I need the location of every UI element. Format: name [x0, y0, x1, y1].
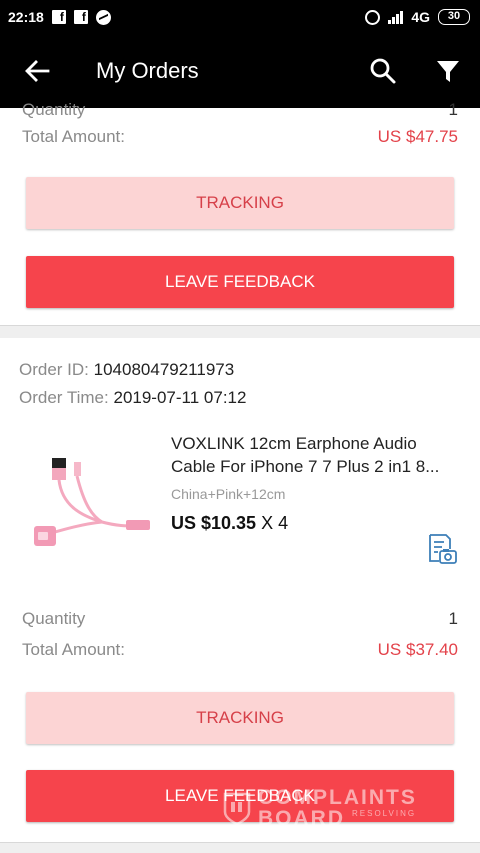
total-amount-row: Total Amount: US $47.75	[22, 127, 458, 147]
leave-feedback-button[interactable]: LEAVE FEEDBACK	[26, 256, 454, 308]
total-amount-value: US $37.40	[377, 640, 458, 659]
product-name[interactable]: VOXLINK 12cm Earphone Audio Cable For iP…	[171, 432, 461, 478]
order-id-label: Order ID:	[19, 360, 89, 379]
facebook-notification-icon: f	[73, 10, 88, 24]
total-amount-row: Total Amount: US $37.40	[22, 640, 458, 660]
signal-icon	[388, 10, 404, 24]
leave-feedback-button[interactable]: LEAVE FEEDBACK	[26, 770, 454, 822]
page-title: My Orders	[96, 58, 199, 83]
alarm-icon	[365, 9, 381, 25]
product-variant: China+Pink+12cm	[171, 486, 286, 502]
order-id-value: 104080479211973	[93, 360, 235, 379]
product-image[interactable]	[22, 426, 158, 562]
product-price: US $10.35	[171, 513, 257, 533]
quantity-row: Quantity 1	[22, 100, 458, 120]
status-left: 22:18 f f	[8, 9, 111, 25]
total-amount-label: Total Amount:	[22, 127, 126, 146]
quantity-row: Quantity 1	[22, 609, 458, 629]
facebook-notification-icon: f	[51, 10, 66, 24]
app-bar: My Orders	[0, 34, 480, 108]
total-amount-label: Total Amount:	[22, 640, 126, 659]
order-card: Quantity 1 Total Amount: US $47.75 TRACK…	[0, 100, 480, 326]
tracking-button[interactable]: TRACKING	[26, 177, 454, 229]
status-bar: 22:18 f f 4G 30	[0, 0, 480, 34]
back-button[interactable]	[22, 56, 52, 86]
network-type: 4G	[411, 9, 430, 25]
order-time-value: 2019-07-11 07:12	[113, 388, 247, 407]
quantity-label: Quantity	[22, 100, 86, 119]
filter-button[interactable]	[434, 56, 462, 86]
order-card: Order ID: 104080479211973 Order Time: 20…	[0, 338, 480, 843]
pink-cable-image	[34, 458, 150, 546]
total-amount-value: US $47.75	[377, 127, 458, 146]
filter-icon	[437, 61, 459, 82]
search-button[interactable]	[368, 56, 398, 86]
order-time-row: Order Time: 2019-07-11 07:12	[19, 388, 246, 408]
status-right: 4G 30	[365, 9, 470, 25]
quantity-value: 1	[448, 100, 458, 119]
messenger-notification-icon	[95, 9, 111, 25]
status-time: 22:18	[8, 9, 44, 25]
search-icon	[370, 58, 396, 84]
order-time-label: Order Time:	[19, 388, 109, 407]
back-arrow-icon	[25, 60, 50, 82]
battery-icon: 30	[438, 9, 470, 25]
tracking-button[interactable]: TRACKING	[26, 692, 454, 744]
order-snapshot-icon	[429, 534, 457, 564]
product-quantity: X 4	[261, 513, 289, 533]
snapshot-button[interactable]	[426, 533, 458, 565]
product-price-row: US $10.35 X 4	[171, 513, 288, 534]
order-id-row: Order ID: 104080479211973	[19, 360, 234, 380]
quantity-value: 1	[448, 609, 458, 628]
quantity-label: Quantity	[22, 609, 86, 628]
